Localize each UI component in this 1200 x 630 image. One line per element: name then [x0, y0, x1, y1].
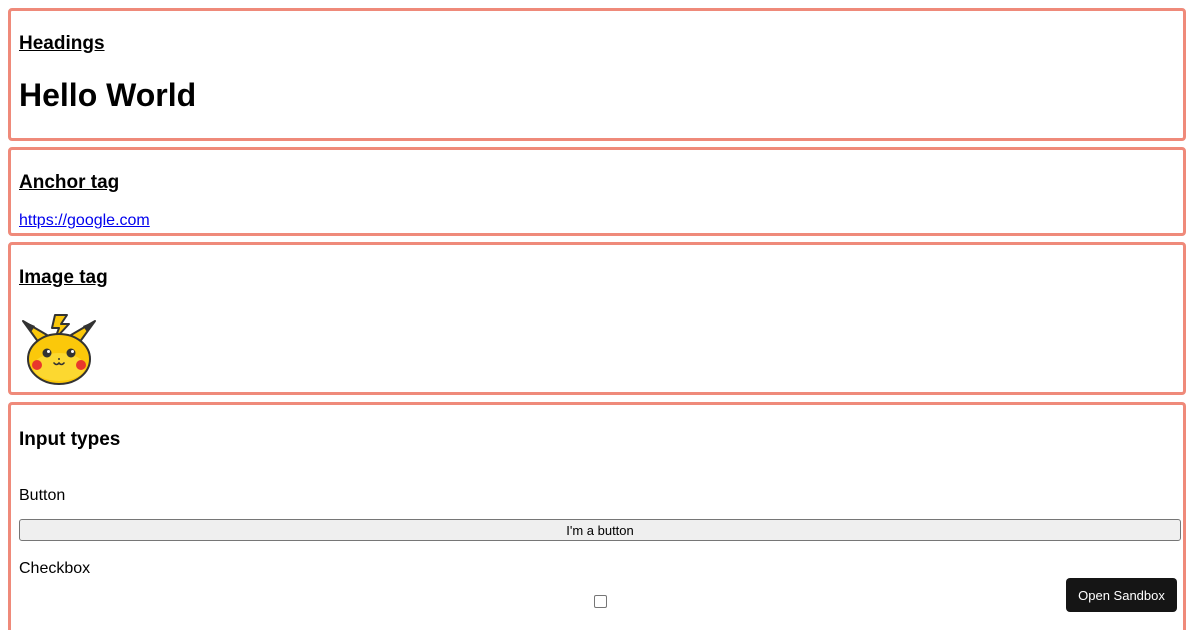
input-types-title: Input types	[19, 429, 121, 450]
page: Headings Hello World Anchor tag https://…	[0, 0, 1200, 630]
headings-title: Headings	[19, 33, 105, 54]
google-link[interactable]: https://google.com	[19, 212, 150, 230]
headings-card: Headings Hello World	[8, 8, 1186, 141]
checkbox-label: Checkbox	[19, 560, 91, 577]
input-types-card: Input types Button I'm a button Checkbox	[8, 402, 1186, 630]
im-a-button[interactable]: I'm a button	[19, 519, 1181, 541]
button-label: Button	[19, 487, 66, 504]
open-sandbox-button[interactable]: Open Sandbox	[1066, 578, 1177, 612]
image-card: Image tag	[8, 242, 1186, 395]
image-title: Image tag	[19, 267, 108, 288]
hello-heading: Hello World	[19, 77, 197, 113]
anchor-title: Anchor tag	[19, 172, 120, 193]
checkbox-input[interactable]	[594, 595, 607, 608]
pikachu-icon	[22, 314, 96, 385]
anchor-card: Anchor tag https://google.com	[8, 147, 1186, 236]
